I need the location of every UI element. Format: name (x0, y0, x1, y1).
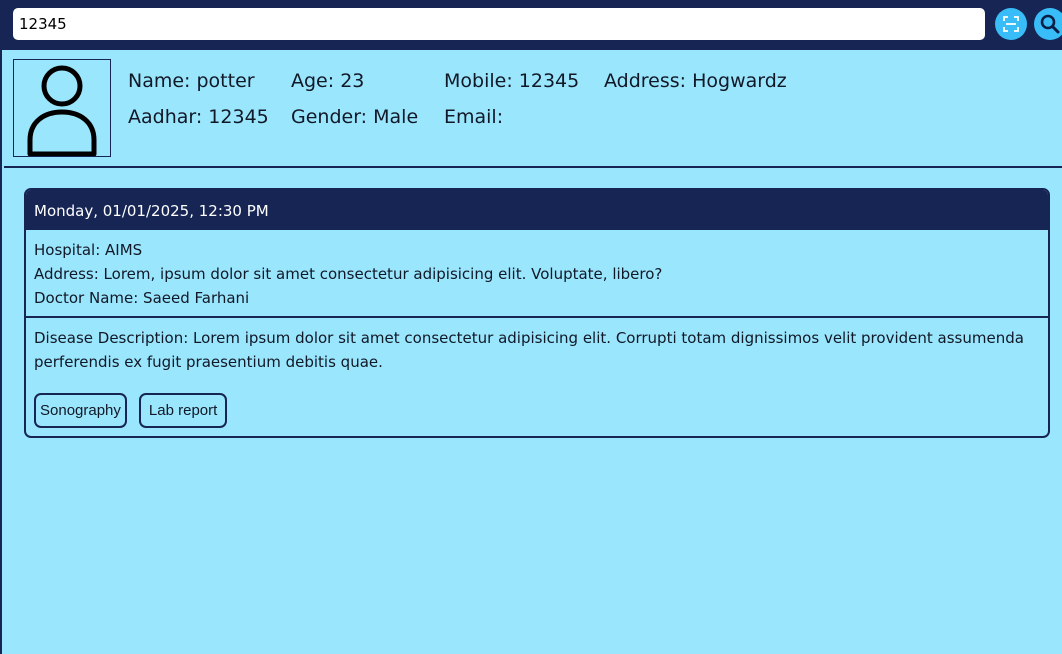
visit-datetime: Monday, 01/01/2025, 12:30 PM (26, 190, 1048, 230)
patient-mobile: Mobile: 12345 (444, 70, 580, 92)
patient-address: Address: Hogwardz (604, 70, 787, 92)
avatar (13, 59, 111, 157)
scan-button[interactable] (995, 8, 1027, 40)
doctor-name: Doctor Name: Saeed Farhani (34, 289, 250, 307)
visit-info: Hospital: AIMS Address: Lorem, ipsum dol… (26, 230, 1048, 318)
patient-gender: Gender: Male (291, 106, 419, 128)
hospital-name: Hospital: AIMS (34, 241, 143, 259)
patient-name: Name: potter (128, 70, 255, 92)
sonography-button[interactable]: Sonography (34, 393, 127, 428)
patient-aadhar: Aadhar: 12345 (128, 106, 269, 128)
patient-email: Email: (444, 106, 504, 128)
visit-card: Monday, 01/01/2025, 12:30 PM Hospital: A… (24, 188, 1050, 438)
patient-age: Age: 23 (291, 70, 365, 92)
disease-description: Disease Description: Lorem ipsum dolor s… (34, 329, 1024, 371)
search-icon (1040, 14, 1060, 34)
report-buttons: Sonography Lab report (34, 393, 228, 428)
hospital-address: Address: Lorem, ipsum dolor sit amet con… (34, 265, 663, 283)
lab-report-button[interactable]: Lab report (138, 393, 228, 428)
top-bar (2, 0, 1062, 50)
patient-profile: Name: potter Age: 23 Mobile: 12345 Addre… (4, 50, 1062, 168)
app-frame: Name: potter Age: 23 Mobile: 12345 Addre… (0, 0, 1062, 654)
search-input[interactable] (13, 8, 985, 40)
scan-icon (1003, 16, 1019, 32)
search-button[interactable] (1034, 8, 1062, 40)
user-icon (27, 65, 97, 157)
